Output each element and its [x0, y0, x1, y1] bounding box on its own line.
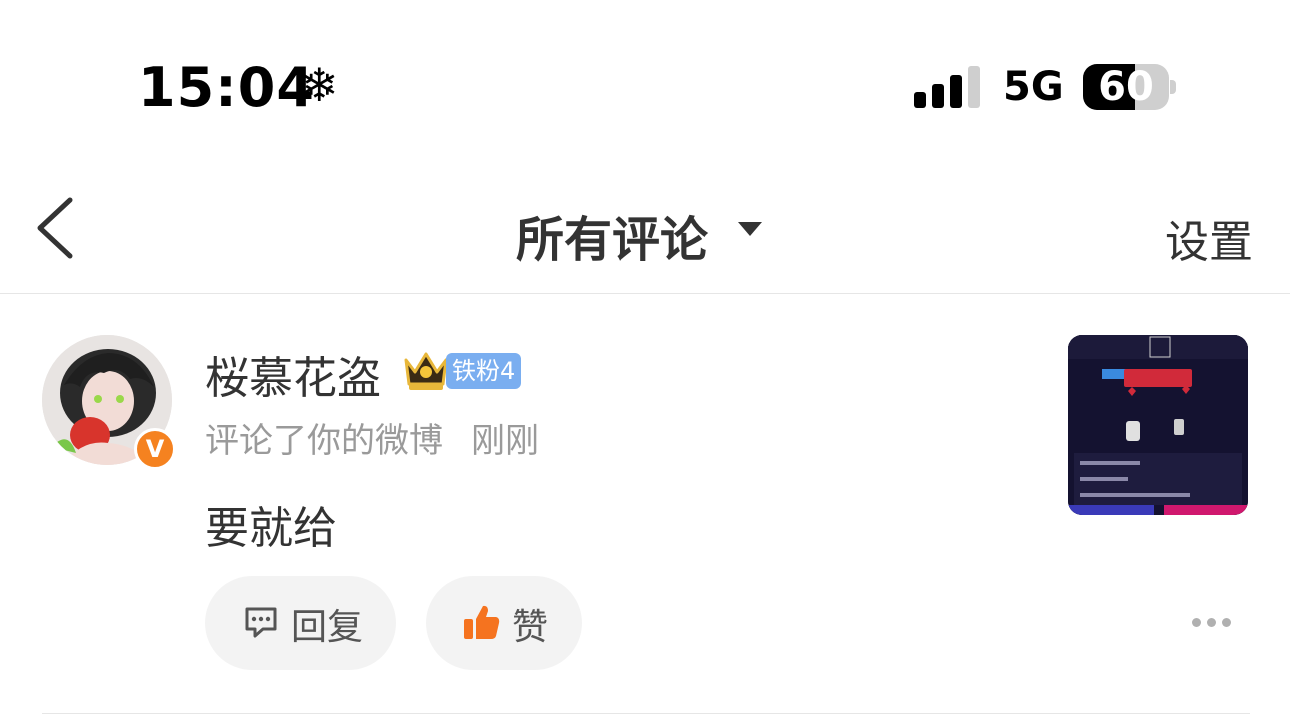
reply-button[interactable]: 回复: [205, 576, 396, 670]
comment-text: 要就给: [205, 503, 337, 554]
comment-action: 评论了你的微博: [205, 421, 443, 461]
reply-label: 回复: [291, 607, 364, 648]
more-dots-icon[interactable]: [1192, 618, 1232, 630]
network-type: 5G: [1003, 64, 1064, 110]
page-title[interactable]: 所有评论: [516, 200, 708, 270]
caret-down-icon[interactable]: [738, 222, 762, 236]
like-button[interactable]: 赞: [426, 576, 582, 670]
thumbs-up-icon: [464, 605, 500, 639]
status-bar: 15:04 ❄ 5G 60: [0, 0, 1290, 170]
snowflake-icon: ❄: [300, 58, 339, 112]
fan-level-badge: 铁粉4: [446, 353, 522, 389]
comment-icon: [245, 607, 277, 638]
status-time: 15:04: [138, 56, 315, 119]
nav-bar: 所有评论 设置: [0, 180, 1290, 294]
comment-time: 刚刚: [471, 421, 539, 461]
battery-level: 60: [1098, 64, 1154, 110]
post-thumbnail[interactable]: [1068, 335, 1248, 515]
v-verified-icon: V: [134, 428, 176, 470]
battery-cap: [1170, 80, 1176, 94]
chevron-left-icon[interactable]: [34, 196, 84, 260]
comment-meta: 评论了你的微博 刚刚: [205, 413, 539, 462]
username[interactable]: 桜慕花盗: [205, 342, 381, 406]
post-thumbnail-image: [1068, 335, 1248, 515]
like-label: 赞: [512, 607, 549, 648]
settings-button[interactable]: 设置: [1165, 206, 1253, 270]
battery-icon: 60: [1083, 64, 1169, 110]
signal-icon: [914, 66, 984, 108]
crown-icon: [404, 352, 448, 390]
